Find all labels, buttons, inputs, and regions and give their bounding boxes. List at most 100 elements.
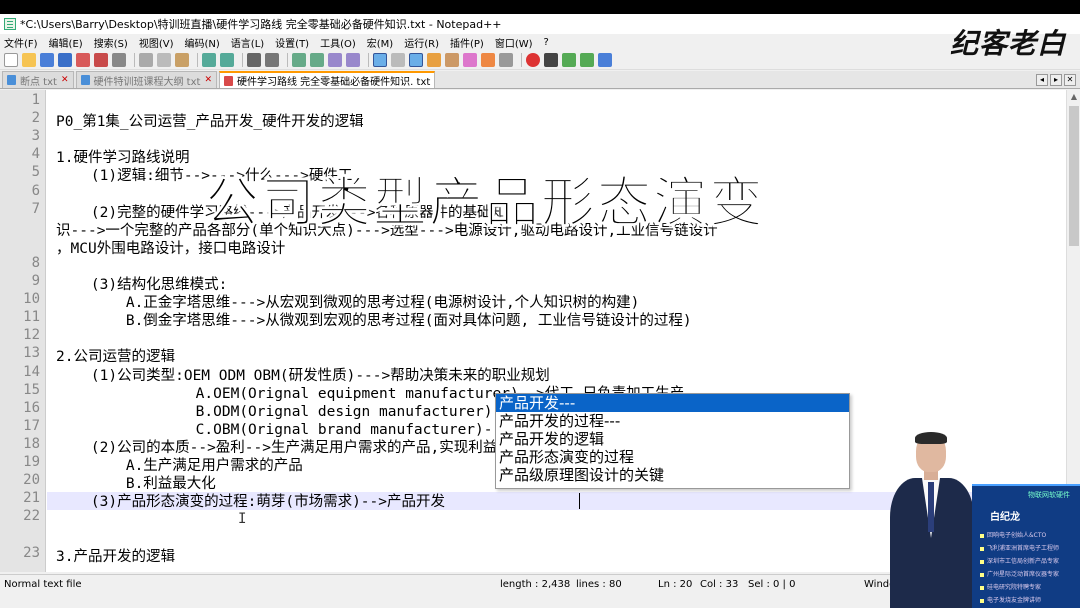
indent-guide-icon[interactable] (409, 52, 423, 67)
text-line[interactable]: 3.产品开发的逻辑 (56, 545, 175, 566)
copy-icon[interactable] (157, 52, 171, 67)
status-col: Col : 33 (700, 579, 739, 590)
tab-close-icon[interactable]: ✕ (204, 75, 212, 85)
ibeam-cursor-icon: I (238, 511, 247, 527)
tab-scroll-right-icon[interactable]: ▸ (1050, 74, 1062, 86)
save-all-icon[interactable] (58, 52, 72, 67)
tab-close-icon[interactable]: ✕ (1064, 74, 1076, 86)
sync-horizontal-icon[interactable] (346, 52, 360, 67)
channel-logo: 纪客老白 (950, 22, 1066, 62)
autocomplete-item[interactable]: 产品开发的逻辑 (496, 430, 849, 448)
menu-item[interactable]: 文件(F) (4, 35, 38, 50)
line-number: 6 (31, 182, 40, 199)
toolbar-separator (134, 52, 135, 67)
toolbar-separator (197, 52, 198, 67)
menu-item[interactable]: 编码(N) (185, 35, 220, 50)
line-number: 14 (23, 363, 40, 380)
run-macro-multiple-icon[interactable] (580, 52, 594, 67)
tab-nav: ◂ ▸ ✕ (1034, 74, 1076, 86)
top-letterbox (0, 0, 1080, 14)
video-caption-overlay: 公司类型产品形态演变 (205, 171, 765, 235)
autocomplete-item[interactable]: 产品开发的过程--- (496, 412, 849, 430)
save-macro-icon[interactable] (598, 52, 612, 67)
zoom-out-icon[interactable] (310, 52, 324, 67)
menu-item[interactable]: 搜索(S) (94, 35, 128, 50)
text-line[interactable]: (3)产品形态演变的过程:萌芽(市场需求)-->产品开发 (56, 490, 445, 511)
menu-item[interactable]: 语言(L) (231, 35, 264, 50)
line-number: 15 (23, 381, 40, 398)
menu-item[interactable]: 编辑(E) (49, 35, 83, 50)
show-all-chars-icon[interactable] (391, 52, 405, 67)
autocomplete-item[interactable]: 产品形态演变的过程 (496, 448, 849, 466)
line-number: 16 (23, 399, 40, 416)
close-all-icon[interactable] (94, 52, 108, 67)
toolbar-separator (368, 52, 369, 67)
record-macro-icon[interactable] (526, 52, 540, 67)
card-bio-item: 电子发烧友金牌讲师 (980, 595, 1041, 604)
menu-item[interactable]: ? (544, 37, 549, 48)
tab-0[interactable]: 断点 txt ✕ (2, 71, 74, 88)
menu-item[interactable]: 宏(M) (367, 35, 393, 50)
autocomplete-item[interactable]: 产品级原理图设计的关键 (496, 466, 849, 484)
tab-scroll-left-icon[interactable]: ◂ (1036, 74, 1048, 86)
scrollbar-thumb[interactable] (1069, 106, 1079, 246)
cut-icon[interactable] (139, 52, 153, 67)
close-icon[interactable] (76, 52, 90, 67)
redo-icon[interactable] (220, 52, 234, 67)
line-number: 22 (23, 508, 40, 525)
function-list-icon[interactable] (463, 52, 477, 67)
tab-label: 硬件学习路线 完全零基础必备硬件知识. txt (237, 77, 431, 88)
play-macro-icon[interactable] (562, 52, 576, 67)
scroll-up-icon[interactable]: ▲ (1069, 92, 1079, 102)
doc-map-icon[interactable] (445, 52, 459, 67)
line-number: 3 (31, 128, 40, 145)
menu-item[interactable]: 插件(P) (450, 35, 484, 50)
notepad-app-icon (4, 18, 16, 30)
toolbar (0, 50, 1080, 70)
status-file-type: Normal text file (4, 579, 82, 590)
menu-item[interactable]: 窗口(W) (495, 35, 533, 50)
new-file-icon[interactable] (4, 52, 18, 67)
open-file-icon[interactable] (22, 52, 36, 67)
line-number: 21 (23, 490, 40, 507)
folder-workspace-icon[interactable] (481, 52, 495, 67)
file-icon (7, 75, 16, 85)
tab-close-icon[interactable]: ✕ (61, 75, 69, 85)
text-line[interactable]: B.倒金字塔思维--->从微观到宏观的思考过程(面对具体问题, 工业信号链设计的… (56, 309, 692, 330)
presenter-hair (915, 432, 947, 444)
paste-icon[interactable] (175, 52, 189, 67)
sync-scroll-icon[interactable] (328, 52, 342, 67)
save-icon[interactable] (40, 52, 54, 67)
line-number: 11 (23, 309, 40, 326)
stop-macro-icon[interactable] (544, 52, 558, 67)
line-number: 4 (31, 146, 40, 163)
card-bio-item: 飞利浦亚洲首席电子工程师 (980, 543, 1059, 552)
card-bio-item: 硅电研究院特聘专家 (980, 582, 1041, 591)
card-tag: 物联网软硬件 (1028, 491, 1070, 499)
line-number: 2 (31, 110, 40, 127)
autocomplete-list[interactable]: 产品开发--- 产品开发的过程--- 产品开发的逻辑 产品形态演变的过程 产品级原理图设… (495, 393, 850, 489)
text-line[interactable]: ，MCU外围电路设计，接口电路设计 (56, 237, 285, 258)
undo-icon[interactable] (202, 52, 216, 67)
zoom-in-icon[interactable] (292, 52, 306, 67)
toolbar-separator (521, 52, 522, 67)
print-icon[interactable] (112, 52, 126, 67)
find-icon[interactable] (247, 52, 261, 67)
logo-text: 纪客老白 (949, 27, 1066, 60)
tab-bar: 断点 txt ✕ 硬件特训班课程大纲 txt ✕ 硬件学习路线 完全零基础必备硬件知识.… (0, 71, 1080, 89)
tab-2[interactable]: 硬件学习路线 完全零基础必备硬件知识. txt (219, 71, 436, 88)
text-line[interactable]: P0_第1集_公司运营_产品开发_硬件开发的逻辑 (56, 110, 364, 131)
file-icon (80, 75, 90, 85)
replace-icon[interactable] (265, 52, 279, 67)
tab-1[interactable]: 硬件特训班课程大纲 txt ✕ (75, 71, 217, 88)
word-wrap-icon[interactable] (373, 52, 387, 67)
menu-item[interactable]: 运行(R) (404, 35, 439, 50)
menu-item[interactable]: 视图(V) (139, 35, 174, 50)
lang-icon[interactable] (427, 52, 441, 67)
menu-item[interactable]: 工具(O) (320, 35, 356, 50)
line-number: 17 (23, 417, 40, 434)
menu-item[interactable]: 设置(T) (275, 35, 309, 50)
card-bio-item: 回响电子创始人&CTO (980, 530, 1046, 539)
monitor-icon[interactable] (499, 52, 513, 67)
autocomplete-item[interactable]: 产品开发--- (496, 394, 849, 412)
